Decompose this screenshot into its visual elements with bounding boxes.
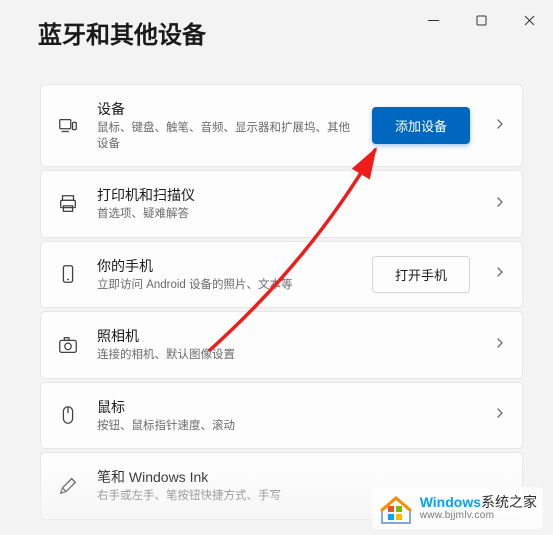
devices-icon: [57, 115, 79, 137]
card-title: 打印机和扫描仪: [97, 185, 470, 205]
chevron-right-icon: [494, 195, 506, 213]
mouse-icon: [57, 404, 79, 426]
card-subtitle: 首选项、疑难解答: [97, 207, 470, 223]
phone-icon: [57, 263, 79, 285]
settings-item-mouse[interactable]: 鼠标 按钮、鼠标指针速度、滚动: [40, 382, 523, 450]
card-title: 照相机: [97, 326, 470, 346]
card-title: 笔和 Windows Ink: [97, 467, 506, 487]
chevron-right-icon: [494, 117, 506, 135]
settings-item-your-phone[interactable]: 你的手机 立即访问 Android 设备的照片、文本等 打开手机: [40, 241, 523, 309]
watermark: Windows系统之家 www.bjjmlv.com: [372, 487, 543, 529]
add-device-button[interactable]: 添加设备: [372, 107, 470, 144]
watermark-brand: Windows系统之家: [420, 494, 537, 510]
page-title: 蓝牙和其他设备: [38, 15, 206, 50]
card-subtitle: 立即访问 Android 设备的照片、文本等: [97, 278, 354, 294]
watermark-url: www.bjjmlv.com: [420, 510, 537, 522]
close-button[interactable]: [513, 10, 545, 30]
chevron-right-icon: [494, 406, 506, 424]
open-phone-button[interactable]: 打开手机: [372, 256, 470, 293]
pen-icon: [57, 475, 79, 497]
chevron-right-icon: [494, 265, 506, 283]
watermark-logo-icon: [378, 490, 414, 526]
card-subtitle: 连接的相机、默认图像设置: [97, 348, 470, 364]
settings-item-devices[interactable]: 设备 鼠标、键盘、触笔、音频、显示器和扩展坞、其他设备 添加设备: [40, 84, 523, 167]
card-subtitle: 按钮、鼠标指针速度、滚动: [97, 419, 470, 435]
settings-item-printers[interactable]: 打印机和扫描仪 首选项、疑难解答: [40, 170, 523, 238]
chevron-right-icon: [494, 336, 506, 354]
card-subtitle: 鼠标、键盘、触笔、音频、显示器和扩展坞、其他设备: [97, 121, 354, 152]
settings-item-camera[interactable]: 照相机 连接的相机、默认图像设置: [40, 311, 523, 379]
printer-icon: [57, 193, 79, 215]
card-title: 鼠标: [97, 397, 470, 417]
card-title: 你的手机: [97, 256, 354, 276]
camera-icon: [57, 334, 79, 356]
minimize-button[interactable]: [417, 10, 449, 30]
maximize-button[interactable]: [465, 10, 497, 30]
card-title: 设备: [97, 99, 354, 119]
